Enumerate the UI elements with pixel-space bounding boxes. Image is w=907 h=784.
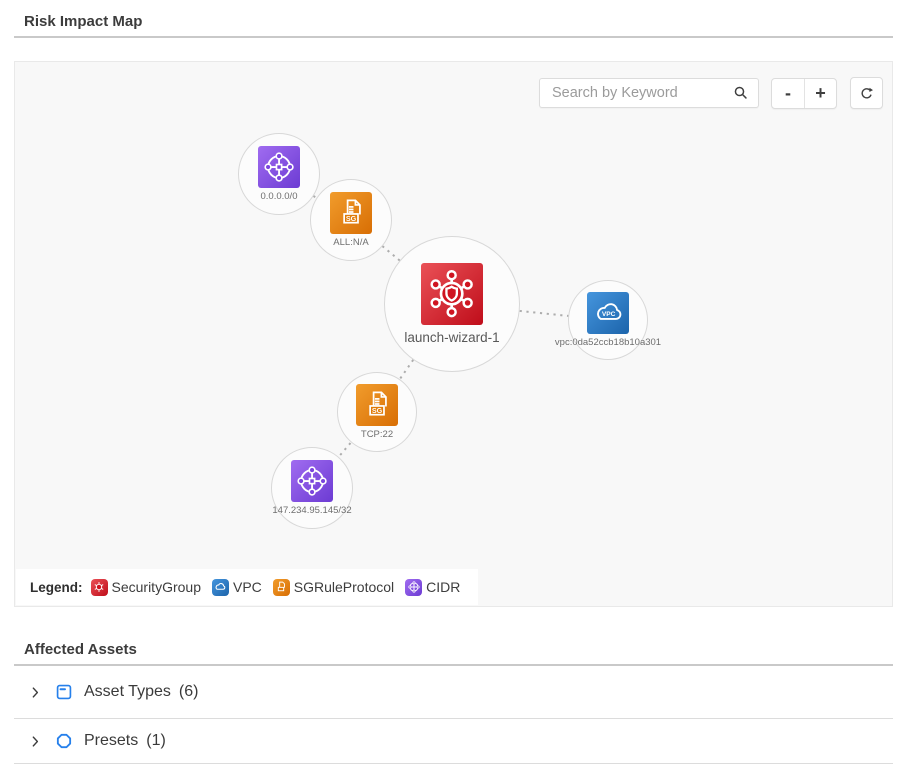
node-label: ALL:N/A [333,237,368,248]
legend-item-security-group: SecurityGroup [91,579,201,596]
graph-node-cidr-any[interactable]: 0.0.0.0/0 [238,133,320,215]
sg-icon-text: SG [346,214,357,223]
legend-item-vpc: VPC [212,579,262,596]
chevron-right-icon [28,685,43,700]
legend-item-label: SecurityGroup [112,579,201,595]
refresh-button[interactable] [850,77,883,109]
graph-node-sgrule-all[interactable]: SG ALL:N/A [310,179,392,261]
vpc-icon [212,579,229,596]
legend-item-label: CIDR [426,579,460,595]
affected-assets-header: Affected Assets [0,641,907,666]
vpc-icon-text: VPC [602,311,616,318]
graph-node-vpc[interactable]: VPC vpc:0da52ccb18b10a301 [568,280,648,360]
search-input[interactable] [552,85,732,101]
refresh-icon [858,85,875,102]
graph-node-sgrule-tcp22[interactable]: SG TCP:22 [337,372,417,452]
asset-row-presets[interactable]: Presets (1) [14,719,893,764]
sg-rule-icon: SG [330,192,372,234]
sg-rule-icon: SG [356,384,398,426]
affected-assets-title: Affected Assets [0,641,907,658]
node-label: 0.0.0.0/0 [261,191,298,202]
asset-row-count: (1) [146,732,166,750]
map-toolbar: - + [539,77,883,109]
page-title: Risk Impact Map [0,13,907,30]
legend-label: Legend: [30,580,83,595]
security-group-icon [421,263,483,325]
sg-rule-icon [273,579,290,596]
legend-item-cidr: CIDR [405,579,460,596]
chevron-right-icon [28,734,43,749]
graph-node-cidr-ip[interactable]: 147.234.95.145/32 [271,447,353,529]
legend-item-sg-rule-protocol: SGRuleProtocol [273,579,394,596]
graph-node-security-group[interactable]: launch-wizard-1 [384,236,520,372]
node-label: TCP:22 [361,429,393,440]
cidr-icon [405,579,422,596]
security-group-icon [91,579,108,596]
cidr-icon [291,460,333,502]
node-label: 147.234.95.145/32 [272,505,351,516]
node-label: launch-wizard-1 [404,330,499,345]
asset-row-asset-types[interactable]: Asset Types (6) [14,666,893,719]
zoom-controls: - + [771,78,837,109]
zoom-in-button[interactable]: + [804,79,836,108]
risk-map-canvas[interactable]: 0.0.0.0/0 SG ALL:N/A [14,61,893,607]
presets-icon [54,731,74,751]
search-icon[interactable] [732,84,750,102]
cidr-icon [258,146,300,188]
asset-row-label: Asset Types [84,683,171,701]
sg-icon-text: SG [372,406,383,415]
asset-types-icon [54,682,74,702]
vpc-icon: VPC [587,292,629,334]
header-divider [14,36,893,38]
asset-row-count: (6) [179,683,199,701]
search-box [539,78,759,108]
map-legend: Legend: SecurityGroup VP [16,569,478,605]
node-label: vpc:0da52ccb18b10a301 [555,337,661,348]
legend-item-label: SGRuleProtocol [294,579,394,595]
page-header: Risk Impact Map [0,0,907,38]
legend-item-label: VPC [233,579,262,595]
zoom-out-button[interactable]: - [772,79,804,108]
asset-row-label: Presets [84,732,138,750]
